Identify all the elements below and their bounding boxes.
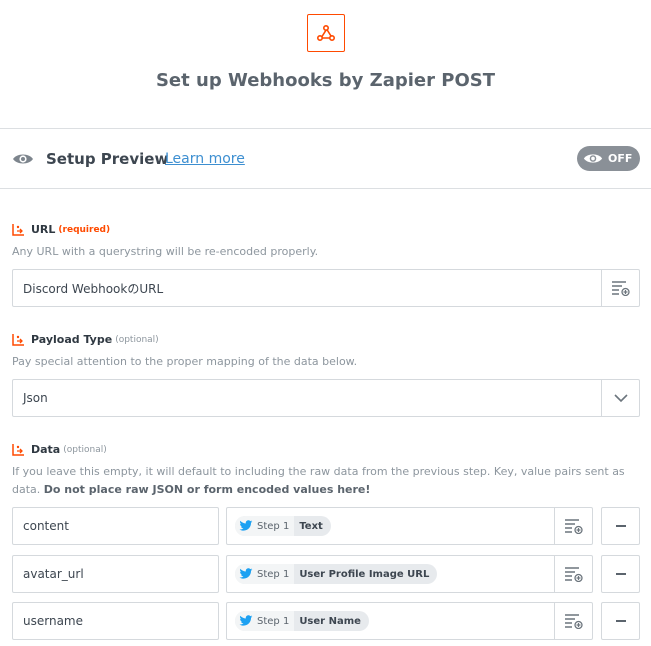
webhook-icon — [316, 24, 336, 42]
toggle-state: OFF — [608, 152, 633, 165]
step-label: Step 1 — [257, 568, 290, 580]
data-key-value: username — [23, 614, 83, 628]
data-key-value: avatar_url — [23, 567, 84, 581]
insert-field-button[interactable] — [554, 556, 592, 592]
data-field-label: Data (optional) — [12, 443, 107, 456]
divider — [0, 128, 651, 129]
eye-icon — [583, 154, 603, 163]
url-help-text: Any URL with a querystring will be re-en… — [12, 245, 319, 258]
data-value-input[interactable]: Step 1 User Profile Image URL — [226, 555, 593, 593]
minus-icon — [615, 620, 626, 622]
insert-field-icon — [564, 519, 583, 534]
remove-row-button[interactable] — [601, 602, 640, 640]
mapped-field-label: User Profile Image URL — [299, 568, 430, 580]
mapped-field-pill[interactable]: Step 1 Text — [235, 516, 331, 536]
url-input[interactable]: Discord WebhookのURL — [12, 269, 640, 307]
data-help-text: If you leave this empty, it will default… — [12, 463, 642, 499]
remove-row-button[interactable] — [601, 555, 640, 593]
step-label: Step 1 — [257, 520, 290, 532]
insert-field-button[interactable] — [601, 270, 639, 306]
learn-more-link[interactable]: Learn more — [165, 151, 245, 167]
payload-help-text: Pay special attention to the proper mapp… — [12, 355, 358, 368]
payload-label: Payload Type — [31, 333, 113, 346]
insert-field-icon — [564, 567, 583, 582]
payload-type-value: Json — [23, 391, 48, 405]
step-tag: Step 1 — [235, 516, 295, 536]
data-key-input[interactable]: avatar_url — [12, 555, 219, 593]
value-container: Step 1 User Name — [227, 611, 554, 631]
twitter-icon — [239, 615, 253, 626]
setup-preview-label: Setup Preview — [46, 150, 169, 168]
data-help-warning: Do not place raw JSON or form encoded va… — [43, 483, 371, 496]
url-field-label: URL (required) — [12, 223, 110, 236]
dropdown-button[interactable] — [601, 380, 639, 416]
step-tag: Step 1 — [235, 564, 295, 584]
minus-icon — [615, 525, 626, 527]
divider — [0, 188, 651, 189]
mapped-field-label: Text — [299, 520, 323, 532]
data-value-input[interactable]: Step 1 User Name — [226, 602, 593, 640]
webhooks-app-icon — [307, 14, 345, 52]
field-type-icon — [12, 334, 24, 346]
payload-type-select[interactable]: Json — [12, 379, 640, 417]
optional-tag: (optional) — [115, 334, 159, 345]
url-input-value: Discord WebhookのURL — [23, 281, 164, 296]
mapped-field-pill[interactable]: Step 1 User Name — [235, 611, 369, 631]
twitter-icon — [239, 568, 253, 579]
required-tag: (required) — [58, 224, 111, 235]
eye-icon — [12, 151, 34, 170]
insert-field-icon — [564, 614, 583, 629]
optional-tag: (optional) — [63, 444, 107, 455]
twitter-icon — [239, 520, 253, 531]
data-label: Data — [31, 443, 61, 456]
page-title: Set up Webhooks by Zapier POST — [155, 70, 496, 91]
chevron-down-icon — [613, 393, 628, 402]
payload-field-label: Payload Type (optional) — [12, 333, 159, 346]
step-label: Step 1 — [257, 615, 290, 627]
insert-field-icon — [611, 281, 630, 296]
value-container: Step 1 User Profile Image URL — [227, 564, 554, 584]
data-value-input[interactable]: Step 1 Text — [226, 507, 593, 545]
step-tag: Step 1 — [235, 611, 295, 631]
data-key-input[interactable]: username — [12, 602, 219, 640]
remove-row-button[interactable] — [601, 507, 640, 545]
value-container: Step 1 Text — [227, 516, 554, 536]
minus-icon — [615, 573, 626, 575]
preview-toggle[interactable]: OFF — [577, 146, 640, 171]
mapped-field-label: User Name — [299, 615, 361, 627]
insert-field-button[interactable] — [554, 603, 592, 639]
data-key-input[interactable]: content — [12, 507, 219, 545]
mapped-field-pill[interactable]: Step 1 User Profile Image URL — [235, 564, 438, 584]
field-type-icon — [12, 224, 24, 236]
field-type-icon — [12, 444, 24, 456]
data-key-value: content — [23, 519, 69, 533]
insert-field-button[interactable] — [554, 508, 592, 544]
url-label: URL — [31, 223, 56, 236]
